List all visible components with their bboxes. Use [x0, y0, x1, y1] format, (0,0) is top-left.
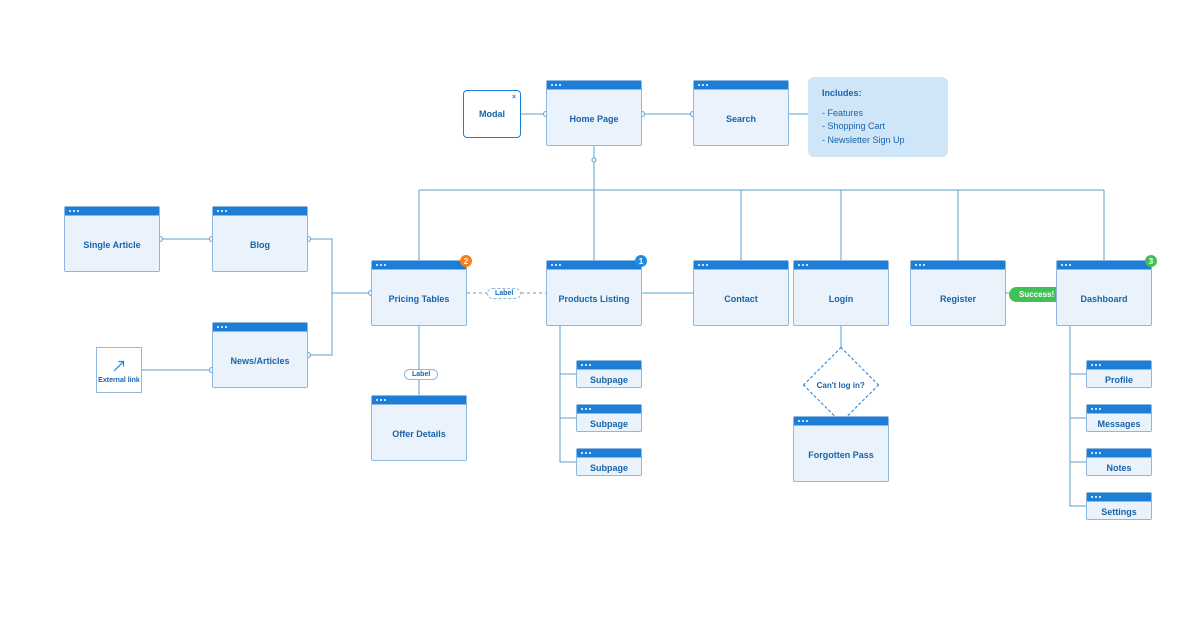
node-label: Contact: [694, 270, 788, 327]
node-label: Blog: [213, 216, 307, 273]
node-label: Search: [694, 90, 788, 147]
window-title-bar: [794, 417, 888, 426]
node-label: Products Listing: [547, 270, 641, 327]
node-register[interactable]: Register: [910, 260, 1006, 326]
window-title-bar: [1087, 449, 1151, 458]
node-profile[interactable]: Profile: [1086, 360, 1152, 388]
window-title-bar: [213, 323, 307, 332]
callout-item: - Shopping Cart: [822, 120, 934, 134]
node-dashboard[interactable]: Dashboard3: [1056, 260, 1152, 326]
window-title-bar: [1087, 361, 1151, 370]
decision-label: Can't log in?: [817, 381, 865, 390]
window-title-bar: [911, 261, 1005, 270]
window-title-bar: [547, 81, 641, 90]
node-home[interactable]: Home Page: [546, 80, 642, 146]
window-title-bar: [547, 261, 641, 270]
window-title-bar: [1087, 493, 1151, 502]
edge-label: Label: [487, 288, 521, 299]
node-single-article[interactable]: Single Article: [64, 206, 160, 272]
close-icon[interactable]: ×: [512, 94, 516, 101]
node-label: Subpage: [577, 414, 641, 433]
callout-item: - Features: [822, 107, 934, 121]
node-label: Dashboard: [1057, 270, 1151, 327]
node-label: Messages: [1087, 414, 1151, 433]
badge-count: 3: [1145, 255, 1157, 267]
window-title-bar: [577, 405, 641, 414]
window-title-bar: [694, 81, 788, 90]
node-settings[interactable]: Settings: [1086, 492, 1152, 520]
callout-item: - Newsletter Sign Up: [822, 134, 934, 148]
node-search[interactable]: Search: [693, 80, 789, 146]
node-blog[interactable]: Blog: [212, 206, 308, 272]
node-label: Profile: [1087, 370, 1151, 389]
node-label: Settings: [1087, 502, 1151, 521]
node-login[interactable]: Login: [793, 260, 889, 326]
node-external-link[interactable]: External link: [96, 347, 142, 393]
window-title-bar: [577, 361, 641, 370]
node-label: Modal: [479, 109, 505, 119]
node-label: External link: [98, 377, 140, 384]
node-label: Single Article: [65, 216, 159, 273]
node-products[interactable]: Products Listing1: [546, 260, 642, 326]
callout-title: Includes:: [822, 87, 934, 101]
edge-label: Label: [404, 369, 438, 380]
window-title-bar: [213, 207, 307, 216]
node-sub3[interactable]: Subpage: [576, 448, 642, 476]
window-title-bar: [694, 261, 788, 270]
node-label: Subpage: [577, 458, 641, 477]
window-title-bar: [794, 261, 888, 270]
node-label: Forgotten Pass: [794, 426, 888, 483]
node-label: Pricing Tables: [372, 270, 466, 327]
node-sub1[interactable]: Subpage: [576, 360, 642, 388]
node-label: Register: [911, 270, 1005, 327]
window-title-bar: [372, 396, 466, 405]
decision-cant-login[interactable]: Can't log in?: [803, 347, 879, 423]
node-label: Login: [794, 270, 888, 327]
node-modal[interactable]: × Modal: [463, 90, 521, 138]
node-label: Notes: [1087, 458, 1151, 477]
window-title-bar: [1087, 405, 1151, 414]
node-contact[interactable]: Contact: [693, 260, 789, 326]
window-title-bar: [577, 449, 641, 458]
window-title-bar: [372, 261, 466, 270]
node-label: Subpage: [577, 370, 641, 389]
window-title-bar: [65, 207, 159, 216]
node-notes[interactable]: Notes: [1086, 448, 1152, 476]
window-title-bar: [1057, 261, 1151, 270]
node-label: Offer Details: [372, 405, 466, 462]
node-label: Home Page: [547, 90, 641, 147]
badge-count: 1: [635, 255, 647, 267]
node-label: News/Articles: [213, 332, 307, 389]
node-messages[interactable]: Messages: [1086, 404, 1152, 432]
external-link-icon: [110, 357, 128, 375]
callout-search-includes: Includes: - Features - Shopping Cart - N…: [808, 77, 948, 157]
node-sub2[interactable]: Subpage: [576, 404, 642, 432]
node-forgotten[interactable]: Forgotten Pass: [793, 416, 889, 482]
node-offer[interactable]: Offer Details: [371, 395, 467, 461]
node-pricing[interactable]: Pricing Tables2: [371, 260, 467, 326]
node-news[interactable]: News/Articles: [212, 322, 308, 388]
badge-count: 2: [460, 255, 472, 267]
